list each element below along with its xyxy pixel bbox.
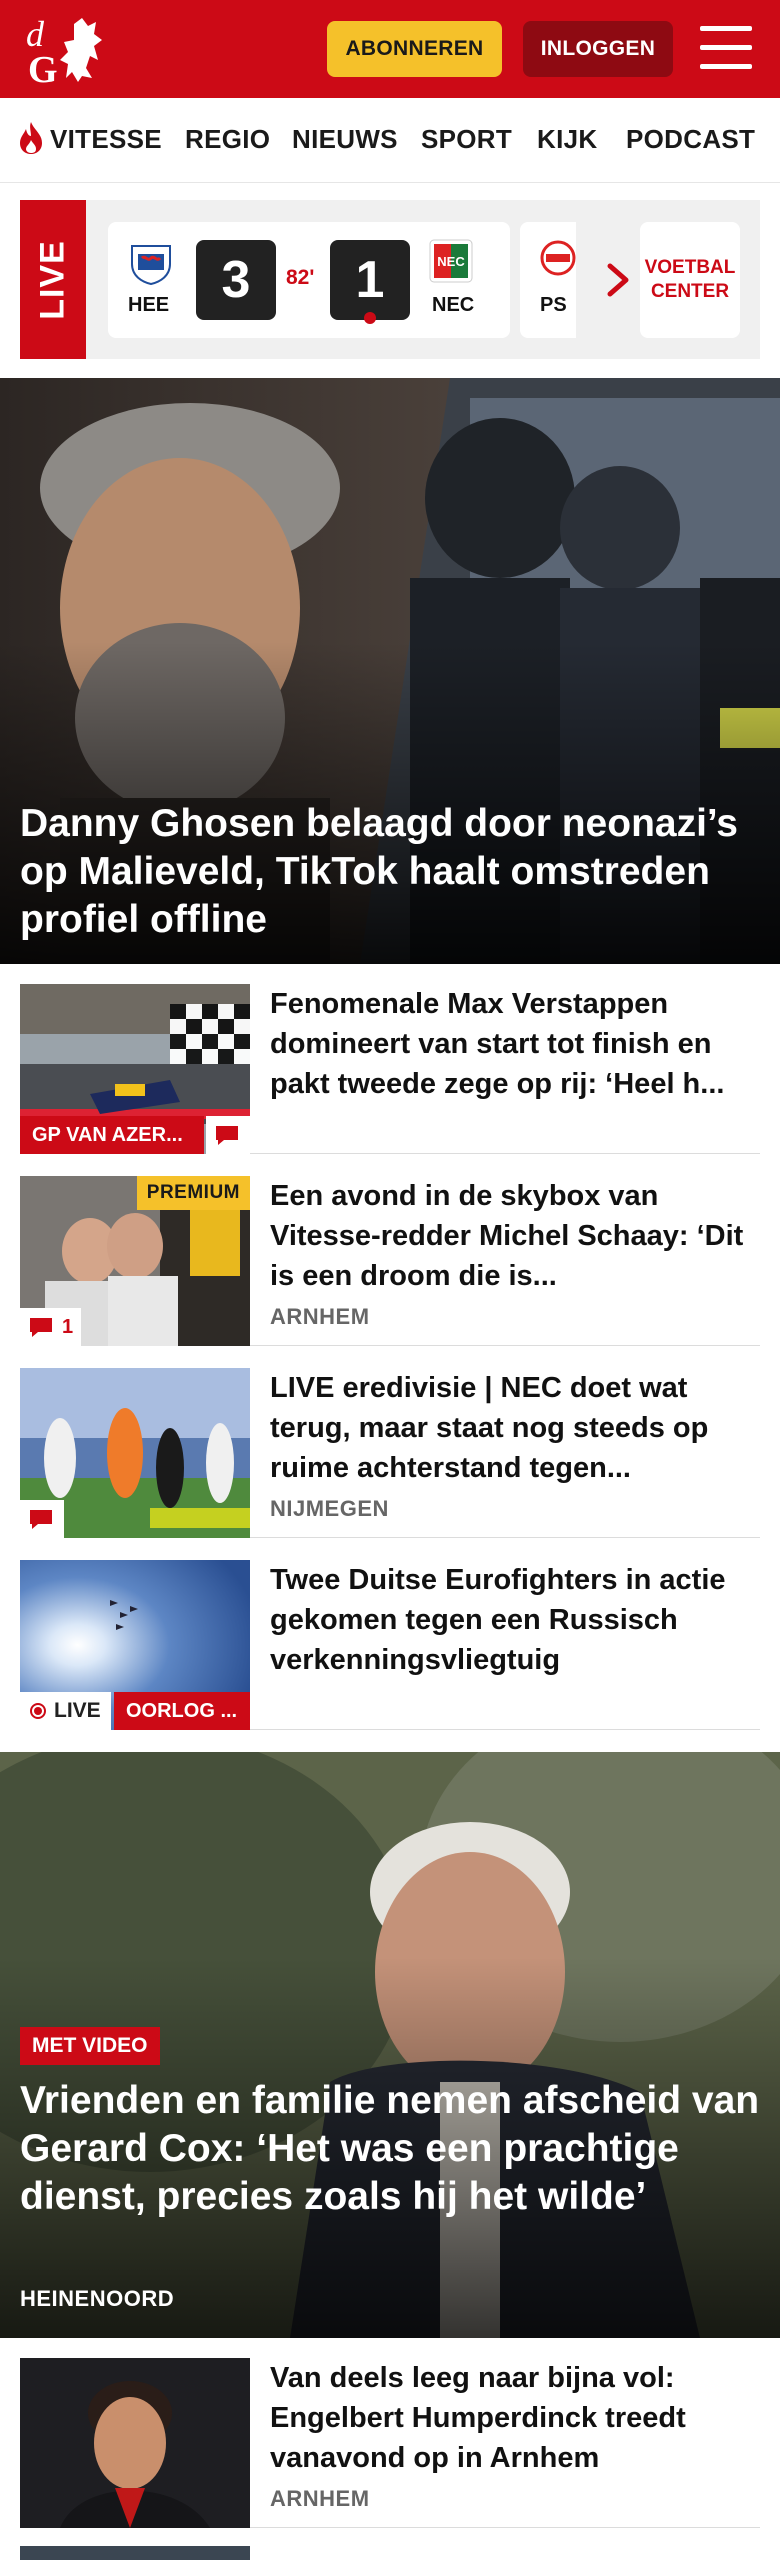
article-title[interactable]: Van deels leeg naar bijna vol: Engelbert… bbox=[270, 2358, 760, 2478]
next-match-card[interactable]: PS bbox=[520, 222, 576, 338]
match-minute: 82' bbox=[286, 266, 315, 289]
article-thumbnail: PREMIUM 1 bbox=[20, 1176, 250, 1346]
comment-icon bbox=[30, 1318, 52, 1337]
hero2-location: HEINENOORD bbox=[20, 2286, 175, 2311]
away-score: 1 bbox=[330, 240, 410, 320]
svg-text:NEC: NEC bbox=[437, 254, 465, 269]
article-item[interactable]: PREMIUM 1 Een avond in de skybox van Vit… bbox=[20, 1174, 760, 1346]
match-card[interactable]: HEE 3 82' 1 NEC NEC bbox=[108, 222, 510, 338]
nav-item-vitesse[interactable]: VITESSE bbox=[50, 124, 162, 155]
category-label: OORLOG ... bbox=[114, 1692, 250, 1730]
hero-article[interactable]: Danny Ghosen belaagd door neonazi’s op M… bbox=[0, 378, 780, 964]
heerenveen-crest-icon bbox=[131, 245, 171, 286]
article-item[interactable]: LIVE OORLOG ... Twee Duitse Eurofighters… bbox=[20, 1558, 760, 1730]
article-title[interactable]: Twee Duitse Eurofighters in actie gekome… bbox=[270, 1560, 760, 1680]
article-thumbnail bbox=[20, 2358, 250, 2528]
home-team-abbr: HEE bbox=[128, 294, 170, 316]
live-tag: LIVE bbox=[20, 200, 86, 359]
goal-indicator bbox=[364, 312, 376, 324]
logo-icon[interactable]: d G bbox=[22, 12, 114, 88]
article-item[interactable]: Van deels leeg naar bijna vol: Engelbert… bbox=[20, 2356, 760, 2528]
subscribe-button[interactable]: ABONNEREN bbox=[327, 21, 502, 77]
article-item[interactable]: LIVE eredivisie | NEC doet wat terug, ma… bbox=[20, 1366, 760, 1538]
svg-text:G: G bbox=[28, 49, 58, 88]
video-tag: MET VIDEO bbox=[20, 2027, 160, 2065]
hero2-title[interactable]: Vrienden en familie nemen afscheid van G… bbox=[20, 2077, 770, 2221]
nav-item-podcast[interactable]: PODCAST bbox=[626, 124, 755, 155]
article-thumbnail: LIVE OORLOG ... bbox=[20, 1560, 250, 1730]
hero-article-2[interactable]: MET VIDEO Vrienden en familie nemen afsc… bbox=[0, 1752, 780, 2338]
psv-crest-icon bbox=[540, 240, 576, 276]
premium-badge: PREMIUM bbox=[136, 1176, 250, 1210]
top-bar: d G ABONNEREN INLOGGEN bbox=[0, 0, 780, 98]
live-scoreboard: LIVE HEE 3 82' 1 NEC NEC PS VOETBAL CENTE… bbox=[20, 200, 760, 359]
nav-item-sport[interactable]: SPORT bbox=[421, 124, 512, 155]
chevron-right-icon[interactable] bbox=[598, 258, 638, 302]
comments-indicator bbox=[20, 1500, 64, 1538]
away-team-abbr: NEC bbox=[432, 294, 475, 316]
flame-icon bbox=[20, 122, 42, 154]
article-title[interactable]: Fenomenale Max Verstappen domineert van … bbox=[270, 984, 760, 1104]
article-location: ARNHEM bbox=[270, 1304, 370, 1329]
category-label: GP VAN AZER... bbox=[20, 1116, 204, 1154]
article-thumbnail: GP VAN AZER... bbox=[20, 984, 250, 1154]
article-title[interactable]: LIVE eredivisie | NEC doet wat terug, ma… bbox=[270, 1368, 760, 1488]
main-nav: VITESSE REGIO NIEUWS SPORT KIJK PODCAST bbox=[0, 98, 780, 183]
article-title[interactable]: Een avond in de skybox van Vitesse-redde… bbox=[270, 1176, 760, 1296]
hero-title[interactable]: Danny Ghosen belaagd door neonazi’s op M… bbox=[20, 800, 760, 944]
nav-item-nieuws[interactable]: NIEUWS bbox=[292, 124, 398, 155]
article-location: NIJMEGEN bbox=[270, 1496, 389, 1521]
comment-icon bbox=[30, 1510, 52, 1529]
nav-item-regio[interactable]: REGIO bbox=[185, 124, 270, 155]
nec-crest-icon: NEC bbox=[429, 239, 473, 283]
article-location: ARNHEM bbox=[270, 2486, 370, 2511]
article-thumbnail bbox=[20, 1368, 250, 1538]
live-dot-icon bbox=[30, 1703, 46, 1719]
menu-icon[interactable] bbox=[700, 26, 752, 70]
login-button[interactable]: INLOGGEN bbox=[523, 21, 673, 77]
voetbal-center-button[interactable]: VOETBAL CENTER bbox=[640, 222, 740, 338]
comment-icon bbox=[216, 1126, 238, 1145]
article-item[interactable]: GP VAN AZER... Fenomenale Max Verstappen… bbox=[20, 982, 760, 1154]
comments-indicator: 1 bbox=[20, 1308, 82, 1346]
article-thumbnail-partial bbox=[20, 2546, 250, 2560]
svg-text:d: d bbox=[26, 14, 45, 54]
home-score: 3 bbox=[196, 240, 276, 320]
live-badge: LIVE bbox=[20, 1692, 111, 1730]
comment-count: 1 bbox=[62, 1315, 74, 1338]
nav-item-kijk[interactable]: KIJK bbox=[537, 124, 597, 155]
next-match-abbr: PS bbox=[540, 294, 567, 316]
comments-indicator bbox=[206, 1116, 250, 1154]
